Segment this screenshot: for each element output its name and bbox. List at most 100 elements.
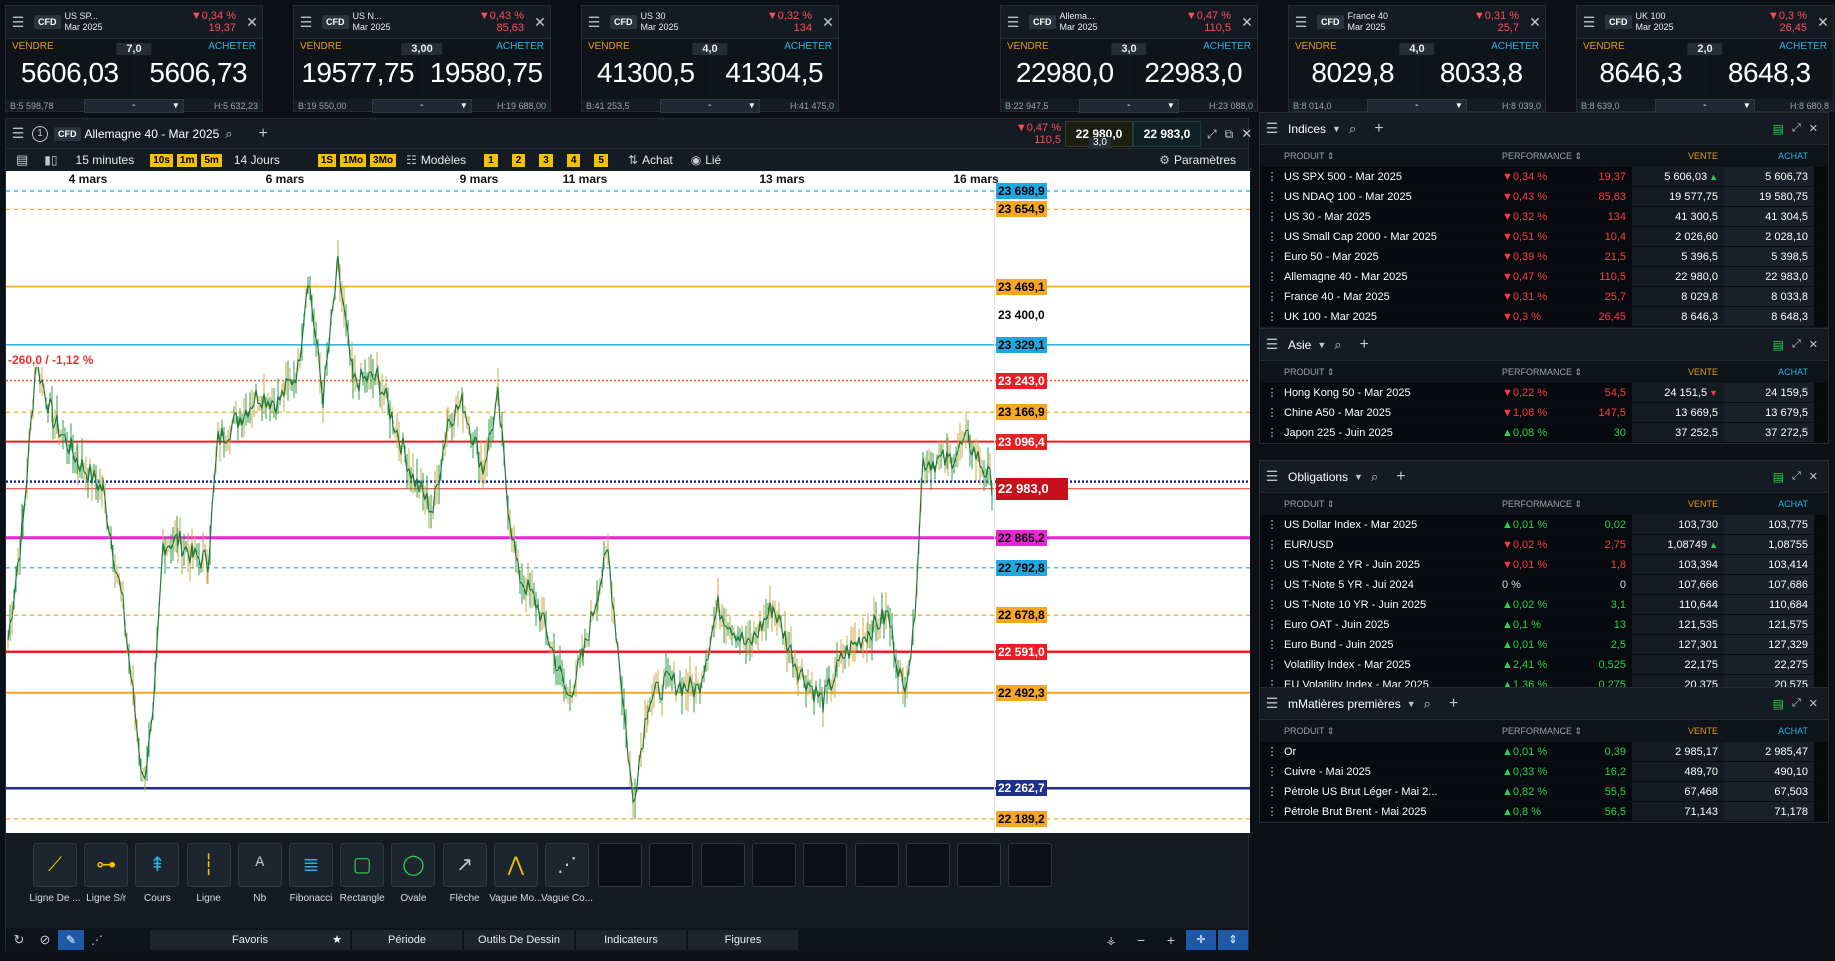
range-3mo[interactable]: 3Mo [370,153,397,167]
tab-figures[interactable]: Figures [688,930,798,950]
row-menu-icon[interactable]: ⋮ [1260,765,1284,778]
col-buy[interactable]: ACHAT [1724,499,1814,509]
row-menu-icon[interactable]: ⋮ [1260,310,1284,323]
menu-icon[interactable]: ☰ [1260,468,1284,485]
sell-price[interactable]: 8 646,3 [1632,307,1724,326]
empty-tool-slot[interactable] [1008,843,1053,887]
tool-button[interactable]: ≣ [289,843,333,887]
table-row[interactable]: ⋮ US T-Note 2 YR - Juin 2025 ▼0,01 % 1,8… [1260,555,1828,575]
price-level-label[interactable]: 23 698,9 [996,183,1047,199]
price-level-label[interactable]: 23 469,1 [996,278,1047,295]
range-1mo[interactable]: 1Mo [340,153,367,167]
tool-button[interactable]: ⋰ [545,843,589,887]
row-menu-icon[interactable]: ⋮ [1260,538,1284,551]
interval-5m[interactable]: 5m [201,153,222,167]
sell-price[interactable]: 489,70 [1632,762,1724,781]
table-row[interactable]: ⋮ US SPX 500 - Mar 2025 ▼0,34 % 19,37 5 … [1260,167,1828,187]
close-icon[interactable]: ✕ [1813,14,1833,31]
tool-button[interactable]: ⊶ [84,843,129,887]
tool-button[interactable]: ⟋ [33,843,77,887]
quantity-select[interactable]: - ▼ [83,99,184,113]
search-icon[interactable]: ⌕ [1424,696,1431,712]
chart-canvas[interactable]: 4 mars 6 mars 9 mars 11 mars 13 mars 16 mars [6,171,1250,833]
tool-button[interactable]: ᴬ [237,843,282,887]
sell-price[interactable]: 67,468 [1632,782,1724,801]
sell-price[interactable]: 2 985,17 [1632,742,1724,761]
tile-instrument[interactable]: France 40 Mar 2025 [1348,11,1404,33]
price-level-label[interactable]: 23 654,9 [996,201,1047,218]
model-4[interactable]: 4 [566,153,581,167]
tab-periode[interactable]: Période [352,930,462,950]
product-name[interactable]: Euro 50 - Mar 2025 [1284,251,1502,263]
tab-indicateurs[interactable]: Indicateurs [576,930,686,950]
models-icon[interactable]: ☷ [406,153,417,167]
product-name[interactable]: Or [1284,746,1502,758]
table-row[interactable]: ⋮ US T-Note 10 YR - Juin 2025 ▲0,02 % 3,… [1260,595,1828,615]
expand-icon[interactable]: ⤢ [1792,697,1801,710]
expand-icon[interactable]: ⤢ [1207,127,1217,142]
chart-buy-price[interactable]: 22 983,0 [1133,121,1201,147]
buy-price[interactable]: 41 304,5 [1724,207,1814,226]
zoom-out-icon[interactable]: − [1126,932,1156,948]
buy-price[interactable]: 22 983,0 [1724,267,1814,286]
table-row[interactable]: ⋮ France 40 - Mar 2025 ▼0,31 % 25,7 8 02… [1260,287,1828,307]
menu-icon[interactable]: ☰ [6,125,30,142]
table-row[interactable]: ⋮ US 30 - Mar 2025 ▼0,32 % 134 41 300,5 … [1260,207,1828,227]
sell-button[interactable]: VENDRE 22980,0 [1001,39,1129,99]
buy-button[interactable]: ACHETER 22983,0 [1129,39,1257,99]
col-sell[interactable]: VENTE [1632,499,1724,509]
models-button[interactable]: Modèles [421,153,466,167]
quantity-select[interactable]: - ▼ [1078,99,1179,113]
empty-tool-slot[interactable] [598,843,642,887]
row-menu-icon[interactable]: ⋮ [1260,406,1284,419]
menu-icon[interactable]: ☰ [6,14,30,31]
product-name[interactable]: Chine A50 - Mar 2025 [1284,407,1502,419]
table-row[interactable]: ⋮ Allemagne 40 - Mar 2025 ▼0,47 % 110,5 … [1260,267,1828,287]
range-select[interactable]: 14 Jours [234,153,304,167]
close-icon[interactable]: ✕ [1241,126,1252,142]
table-row[interactable]: ⋮ Euro OAT - Juin 2025 ▲0,1 % 13 121,535… [1260,615,1828,635]
buy-price[interactable]: 71,178 [1724,802,1814,821]
row-menu-icon[interactable]: ⋮ [1260,618,1284,631]
col-product[interactable]: PRODUIT ⇕ [1284,151,1502,162]
buy-price[interactable]: 22,275 [1724,655,1814,674]
row-menu-icon[interactable]: ⋮ [1260,638,1284,651]
table-row[interactable]: ⋮ Or ▲0,01 % 0,39 2 985,17 2 985,47 [1260,742,1828,762]
buy-price[interactable]: 121,575 [1724,615,1814,634]
tool-button[interactable]: ↗ [442,843,487,887]
close-icon[interactable]: ✕ [530,14,550,31]
panel-title[interactable]: Indices [1288,122,1326,136]
product-name[interactable]: France 40 - Mar 2025 [1284,291,1502,303]
row-menu-icon[interactable]: ⋮ [1260,250,1284,263]
buy-price[interactable]: 490,10 [1724,762,1814,781]
chevron-down-icon[interactable]: ▼ [1317,340,1326,350]
tile-instrument[interactable]: US 30 Mar 2025 [641,11,697,33]
buy-button[interactable]: Achat [642,153,673,167]
col-sell[interactable]: VENTE [1632,726,1724,736]
search-icon[interactable]: ⌕ [1371,469,1378,485]
sell-price[interactable]: 121,535 [1632,615,1724,634]
block-icon[interactable]: ⊘ [32,932,58,948]
table-row[interactable]: ⋮ US NDAQ 100 - Mar 2025 ▼0,43 % 85,63 1… [1260,187,1828,207]
menu-icon[interactable]: ☰ [1260,695,1284,712]
linked-button[interactable]: Lié [705,153,721,167]
empty-tool-slot[interactable] [854,843,899,887]
buy-price[interactable]: 107,686 [1724,575,1814,594]
model-5[interactable]: 5 [594,153,608,167]
chart-title[interactable]: Allemagne 40 - Mar 2025 [85,127,220,141]
table-row[interactable]: ⋮ Euro 50 - Mar 2025 ▼0,39 % 21,5 5 396,… [1260,247,1828,267]
row-menu-icon[interactable]: ⋮ [1260,658,1284,671]
price-level-label[interactable]: 22 983,0 [996,477,1068,500]
empty-tool-slot[interactable] [700,843,745,887]
chevron-down-icon[interactable]: ▼ [1332,124,1341,134]
sell-price[interactable]: 13 669,5 [1632,403,1724,422]
quantity-select[interactable]: - ▼ [1366,99,1467,113]
menu-icon[interactable]: ☰ [1289,14,1313,31]
settings-button[interactable]: Paramètres [1174,153,1236,167]
chevron-down-icon[interactable]: ▼ [1407,699,1416,709]
buy-price[interactable]: 37 272,5 [1724,423,1814,442]
price-level-label[interactable]: 22 865,2 [996,529,1047,546]
sell-price[interactable]: 41 300,5 [1632,207,1724,226]
model-2[interactable]: 2 [511,153,526,167]
tool-button[interactable]: ⋀ [493,843,538,887]
